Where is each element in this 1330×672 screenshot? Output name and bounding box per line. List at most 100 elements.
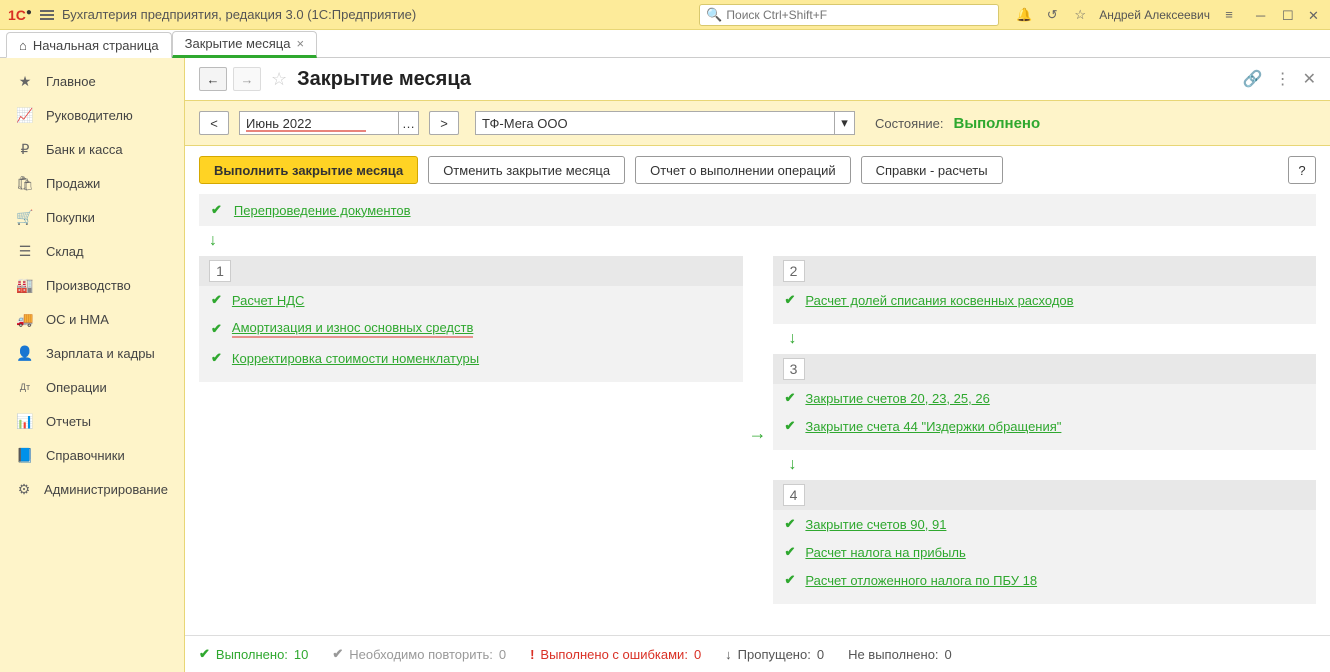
sidebar-item-label: ОС и НМА xyxy=(46,312,109,327)
check-icon: ✔ xyxy=(211,292,222,308)
search-icon: 🔍 xyxy=(706,7,722,23)
sidebar-item-production[interactable]: 🏭Производство xyxy=(0,268,184,302)
maximize-button[interactable]: ☐ xyxy=(1282,8,1296,22)
logo-1c: 1С● xyxy=(8,7,32,23)
main-header: ← → ☆ Закрытие месяца 🔗 ⋮ ✕ xyxy=(185,58,1330,100)
sidebar: ★ Главное 📈Руководителю ₽ Банк и касса 🛍Пр… xyxy=(0,58,185,672)
sidebar-item-label: Покупки xyxy=(46,210,95,225)
sidebar-item-bank[interactable]: ₽ Банк и касса xyxy=(0,132,184,166)
settings-icon[interactable]: ≡ xyxy=(1220,6,1238,24)
factory-icon: 🏭 xyxy=(16,277,34,294)
titlebar: 1С● Бухгалтерия предприятия, редакция 3.… xyxy=(0,0,1330,30)
done-value: 10 xyxy=(294,647,308,662)
tab-month-close[interactable]: Закрытие месяца × xyxy=(172,31,317,58)
global-search[interactable]: 🔍 xyxy=(699,4,999,26)
cart-icon: 🛒 xyxy=(16,209,34,226)
op-close-90-link[interactable]: Закрытие счетов 90, 91 xyxy=(805,517,946,532)
app-title: Бухгалтерия предприятия, редакция 3.0 (1… xyxy=(62,7,416,22)
person-icon: 👤 xyxy=(16,345,34,362)
period-prev-button[interactable]: < xyxy=(199,111,229,135)
page-title: Закрытие месяца xyxy=(297,68,471,91)
org-select[interactable]: ТФ-Мега ООО xyxy=(475,111,835,135)
sidebar-item-sales[interactable]: 🛍Продажи xyxy=(0,166,184,200)
main-content: ← → ☆ Закрытие месяца 🔗 ⋮ ✕ < Июнь 2022 … xyxy=(185,58,1330,672)
sidebar-item-label: Главное xyxy=(46,74,96,89)
star-icon[interactable]: ☆ xyxy=(1071,6,1089,24)
favorite-star-icon[interactable]: ☆ xyxy=(271,69,287,90)
star-icon: ★ xyxy=(16,73,34,90)
help-button[interactable]: ? xyxy=(1288,156,1316,184)
tab-home[interactable]: ⌂ Начальная страница xyxy=(6,32,172,58)
close-window-button[interactable]: ✕ xyxy=(1308,8,1322,22)
tab-close-icon[interactable]: × xyxy=(296,36,304,51)
skipped-value: 0 xyxy=(817,647,824,662)
stage-4-box: 4 ✔Закрытие счетов 90, 91 ✔Расчет налога… xyxy=(773,480,1317,604)
nav-forward-button[interactable]: → xyxy=(233,67,261,91)
op-cost-adjust-link[interactable]: Корректировка стоимости номенклатуры xyxy=(232,351,479,366)
notdone-value: 0 xyxy=(945,647,952,662)
sidebar-item-manager[interactable]: 📈Руководителю xyxy=(0,98,184,132)
link-icon[interactable]: 🔗 xyxy=(1243,69,1263,89)
check-icon: ✔ xyxy=(785,544,796,560)
sidebar-item-label: Зарплата и кадры xyxy=(46,346,155,361)
op-deferred-tax-link[interactable]: Расчет отложенного налога по ПБУ 18 xyxy=(805,573,1037,588)
cancel-button[interactable]: Отменить закрытие месяца xyxy=(428,156,625,184)
op-vat-link[interactable]: Расчет НДС xyxy=(232,293,305,308)
refs-button[interactable]: Справки - расчеты xyxy=(861,156,1003,184)
org-dropdown-button[interactable]: ▾ xyxy=(835,111,855,135)
op-profit-tax-link[interactable]: Расчет налога на прибыль xyxy=(805,545,965,560)
close-page-icon[interactable]: ✕ xyxy=(1303,69,1316,89)
sidebar-item-catalogs[interactable]: 📘 Справочники xyxy=(0,438,184,472)
execute-button[interactable]: Выполнить закрытие месяца xyxy=(199,156,418,184)
sidebar-item-admin[interactable]: ⚙Администрирование xyxy=(0,472,184,506)
status-value: Выполнено xyxy=(953,115,1040,132)
repeat-value: 0 xyxy=(499,647,506,662)
sidebar-item-salary[interactable]: 👤 Зарплата и кадры xyxy=(0,336,184,370)
period-picker-button[interactable]: … xyxy=(399,111,419,135)
done-label: Выполнено: xyxy=(216,647,288,662)
refs-button-label: Справки - расчеты xyxy=(876,163,988,178)
report-button[interactable]: Отчет о выполнении операций xyxy=(635,156,851,184)
sidebar-item-label: Склад xyxy=(46,244,84,259)
stages-row: 1 ✔Расчет НДС ✔Амортизация и износ основ… xyxy=(185,256,1330,604)
hamburger-menu[interactable] xyxy=(40,10,54,20)
sidebar-item-main[interactable]: ★ Главное xyxy=(0,64,184,98)
book-icon: 📘 xyxy=(16,447,34,464)
username[interactable]: Андрей Алексеевич xyxy=(1099,8,1210,22)
op-indirect-link[interactable]: Расчет долей списания косвенных расходов xyxy=(805,293,1073,308)
nav-back-button[interactable]: ← xyxy=(199,67,227,91)
op-close-44-link[interactable]: Закрытие счета 44 "Издержки обращения" xyxy=(805,419,1061,434)
sidebar-item-warehouse[interactable]: ☰ Склад xyxy=(0,234,184,268)
search-input[interactable] xyxy=(726,8,992,22)
sidebar-item-reports[interactable]: 📊Отчеты xyxy=(0,404,184,438)
skip-icon: ↓ xyxy=(725,647,732,662)
sidebar-item-label: Банк и касса xyxy=(46,142,123,157)
status-label: Состояние: xyxy=(875,116,943,131)
cancel-button-label: Отменить закрытие месяца xyxy=(443,163,610,178)
gear-icon: ⚙ xyxy=(16,481,32,498)
tabs-row: ⌂ Начальная страница Закрытие месяца × xyxy=(0,30,1330,58)
op-depreciation-link[interactable]: Амортизация и износ основных средств xyxy=(232,320,473,338)
boxes-icon: ☰ xyxy=(16,243,34,260)
period-input[interactable]: Июнь 2022 xyxy=(239,111,399,135)
sidebar-item-purchases[interactable]: 🛒 Покупки xyxy=(0,200,184,234)
stage-3-number: 3 xyxy=(783,358,805,380)
sidebar-item-label: Руководителю xyxy=(46,108,133,123)
truck-icon: 🚚 xyxy=(16,311,34,328)
sidebar-item-assets[interactable]: 🚚 ОС и НМА xyxy=(0,302,184,336)
period-next-button[interactable]: > xyxy=(429,111,459,135)
sidebar-item-operations[interactable]: ДтОперации xyxy=(0,370,184,404)
sidebar-item-label: Отчеты xyxy=(46,414,91,429)
more-icon[interactable]: ⋮ xyxy=(1275,69,1291,89)
history-icon[interactable]: ↺ xyxy=(1043,6,1061,24)
op-close-20-link[interactable]: Закрытие счетов 20, 23, 25, 26 xyxy=(805,391,989,406)
check-icon: ✔ xyxy=(211,202,222,218)
ruble-icon: ₽ xyxy=(16,141,34,158)
org-value: ТФ-Мега ООО xyxy=(482,116,568,131)
minimize-button[interactable]: ─ xyxy=(1256,8,1270,22)
report-button-label: Отчет о выполнении операций xyxy=(650,163,836,178)
sidebar-item-label: Справочники xyxy=(46,448,125,463)
repost-link[interactable]: Перепроведение документов xyxy=(234,203,411,218)
arrow-down-icon: ↓ xyxy=(209,232,1330,250)
bell-icon[interactable]: 🔔 xyxy=(1015,6,1033,24)
